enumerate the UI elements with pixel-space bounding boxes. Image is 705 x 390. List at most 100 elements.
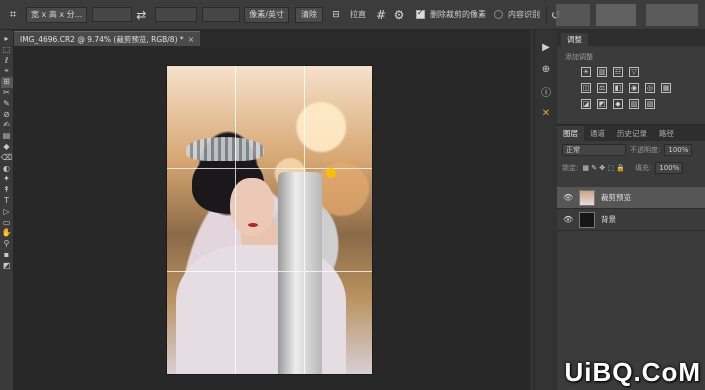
tool-icon[interactable]: ✍ [1,120,13,131]
tool-icon[interactable]: ◐ [1,164,13,175]
layer-row[interactable]: 👁 裁剪预览 [557,187,705,209]
blurred-region [596,4,636,26]
straighten-label[interactable]: 拉直 [350,9,366,20]
layers-tab[interactable]: 图层 [557,126,584,141]
resolution-field[interactable] [202,7,241,22]
tool-icon[interactable]: ⊘ [1,110,13,121]
tool-icon[interactable]: ⌫ [1,153,13,164]
lock-icons[interactable]: ▦ ✎ ✥ ⬚ 🔒 [582,164,625,172]
blurred-region [646,4,698,26]
play-icon[interactable]: ▶ [535,36,557,58]
tool-icon[interactable]: ⌖ [1,66,13,77]
clear-button[interactable]: 清除 [294,6,323,23]
adjustments-subtitle: 添加调整 [565,53,593,61]
adjustment-icon[interactable]: ◆ [613,99,623,109]
width-field[interactable] [92,7,133,22]
face [230,178,274,236]
tool-icon[interactable]: ▤ [1,131,13,142]
crop-grid-line [166,271,373,273]
tool-icon[interactable]: ⬚ [1,45,13,56]
tool-icon[interactable]: T [1,196,13,207]
adjustment-icon[interactable]: ◩ [597,99,607,109]
blurred-region [556,4,590,26]
fill-input[interactable]: 100% [655,162,684,174]
adjustments-tab[interactable]: 调整 [561,33,588,46]
adjustment-row: ◪ ◩ ◆ ▨ ▧ [557,96,705,112]
ratio-select[interactable]: 宽 x 高 x 分... [26,6,88,23]
swap-icon[interactable]: ⇄ [132,6,150,24]
layer-thumbnail [579,189,595,206]
stone-pillar [278,172,322,375]
layer-thumbnail [579,211,595,228]
layer-name: 背景 [601,215,616,224]
tool-icon[interactable]: ⚲ [1,239,13,250]
opacity-input[interactable]: 100% [664,144,693,156]
adjustment-icon[interactable]: ◪ [581,99,591,109]
tool-icon[interactable]: ▭ [1,218,13,229]
gear-icon[interactable]: ⚙ [390,6,408,24]
adjustment-icon[interactable]: ▦ [661,83,671,93]
adjustment-icon[interactable]: ◧ [613,83,623,93]
info-icon[interactable]: ⓘ [535,80,557,102]
straighten-icon[interactable]: ⊟ [327,6,345,24]
fill-label: 填充: [634,164,652,172]
document-tab-title: IMG_4696.CR2 @ 9.74% (裁剪预览, RGB/8) * [20,34,184,44]
tool-icon[interactable]: ▪ [1,250,13,261]
blend-mode-select[interactable]: 正常 [562,144,626,156]
opacity-label: 不透明度: [630,146,661,154]
tool-icon[interactable]: ◆ [1,142,13,153]
libraries-icon[interactable]: ⊕ [535,58,557,80]
adjustment-icon[interactable]: ▽ [629,67,639,77]
crop-grid-line [303,65,305,375]
delete-cropped-label: 删除裁剪的像素 [429,10,486,19]
adjustment-icon[interactable]: ☀ [581,67,591,77]
overlay-grid-icon[interactable]: # [372,6,390,24]
lock-label: 锁定: [562,164,579,172]
panel-icon-strip: ▶ ⊕ ⓘ ✕ [534,30,556,390]
content-aware-checkbox[interactable] [493,10,503,19]
layers-tab[interactable]: 路径 [653,126,680,141]
layer-name: 裁剪预览 [601,193,631,202]
unit-select[interactable]: 像素/英寸 [244,6,289,23]
adjustment-row: ◫ ⚖ ◧ ◉ ◎ ▦ [557,80,705,96]
eye-icon[interactable]: 👁 [563,193,573,202]
close-icon[interactable]: × [188,35,195,44]
adjustment-icon[interactable]: ▨ [629,99,639,109]
crop-grid-line [234,65,236,375]
tool-icon[interactable]: ▷ [1,207,13,218]
tool-icon[interactable]: ✎ [1,99,13,110]
eye-icon[interactable]: 👁 [563,215,573,224]
photo-image[interactable] [166,65,373,375]
height-field[interactable] [155,7,198,22]
layers-tab[interactable]: 通道 [584,126,611,141]
tool-icon[interactable]: ↟ [1,185,13,196]
tools-panel: ▸ ⬚ ℓ ⌖ ⊞ ✂ ✎ ⊘ ✍ ▤ ◆ ⌫ ◐ ✦ ↟ T ▷ ▭ ✋ ⚲ ▪ ◩ [0,30,14,390]
document-tab[interactable]: IMG_4696.CR2 @ 9.74% (裁剪预览, RGB/8) * × [14,31,201,46]
adjustment-icon[interactable]: ☷ [613,67,623,77]
adjustment-icon[interactable]: ◉ [629,83,639,93]
tool-icon[interactable]: ▸ [1,34,13,45]
crop-grid-line [166,168,373,170]
adjustment-icon[interactable]: ▥ [597,67,607,77]
adjustment-row: ☀ ▥ ☷ ▽ [557,64,705,80]
layers-tab[interactable]: 历史记录 [611,126,653,141]
adjustment-icon[interactable]: ▧ [645,99,655,109]
crop-tool-icon[interactable]: ⌗ [4,6,22,24]
tool-icon[interactable]: ℓ [1,56,13,67]
layers-panel: 图层 通道 历史记录 路径 正常 不透明度: 100% 锁定: ▦ ✎ ✥ ⬚ 🔒 填… [557,124,705,390]
tool-icon[interactable]: ✦ [1,174,13,185]
adjustment-icon[interactable]: ◎ [645,83,655,93]
cursor-icon [326,168,336,178]
tool-icon[interactable]: ◩ [1,261,13,272]
tool-icon[interactable]: ✋ [1,228,13,239]
layer-row[interactable]: 👁 背景 [557,209,705,231]
lips [248,223,258,227]
tool-icon[interactable]: ✂ [1,88,13,99]
document-tab-bar: IMG_4696.CR2 @ 9.74% (裁剪预览, RGB/8) * × [14,30,530,46]
content-aware-label: 内容识别 [507,10,540,19]
delete-cropped-checkbox[interactable] [415,8,425,19]
adjustment-icon[interactable]: ⚖ [597,83,607,93]
adjustment-icon[interactable]: ◫ [581,83,591,93]
tools-cross-icon[interactable]: ✕ [535,102,557,124]
tool-icon[interactable]: ⊞ [0,77,13,88]
